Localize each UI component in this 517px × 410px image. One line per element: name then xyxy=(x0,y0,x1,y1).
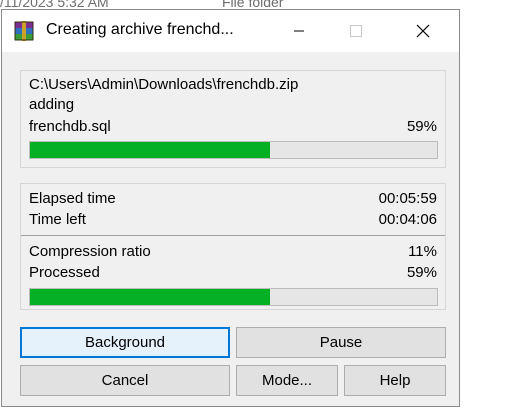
file-progress-bar xyxy=(29,141,438,159)
time-left-row: Time left 00:04:06 xyxy=(29,210,437,230)
operation-label: adding xyxy=(29,96,75,113)
total-progress-fill xyxy=(30,289,271,305)
stats-separator xyxy=(21,235,445,236)
maximize-button[interactable] xyxy=(333,10,379,52)
minimize-button[interactable] xyxy=(276,10,322,52)
file-progress-fill xyxy=(30,142,271,158)
operation-row: adding xyxy=(29,95,437,115)
ratio-row: Compression ratio 11% xyxy=(29,242,437,262)
ratio-value: 11% xyxy=(408,243,437,260)
archive-path: C:\Users\Admin\Downloads\frenchdb.zip xyxy=(29,76,299,93)
processed-label: Processed xyxy=(29,264,100,281)
total-progress-bar xyxy=(29,288,438,306)
close-icon xyxy=(416,24,430,38)
current-file-name: frenchdb.sql xyxy=(29,118,111,135)
processed-row: Processed 59% xyxy=(29,263,437,283)
title-bar[interactable]: Creating archive frenchd... xyxy=(2,10,459,52)
ratio-label: Compression ratio xyxy=(29,243,151,260)
background-type: File folder xyxy=(222,0,284,9)
winrar-archive-icon xyxy=(14,21,34,41)
time-left-label: Time left xyxy=(29,211,86,228)
background-date: /11/2023 5:32 AM xyxy=(0,0,109,9)
background-explorer-row: /11/2023 5:32 AM File folder xyxy=(0,0,517,9)
help-button[interactable]: Help xyxy=(344,365,446,396)
elapsed-value: 00:05:59 xyxy=(378,190,437,207)
window-title: Creating archive frenchd... xyxy=(46,21,234,38)
minimize-icon xyxy=(294,30,304,32)
current-file-percent: 59% xyxy=(406,118,437,135)
statistics-panel: Elapsed time 00:05:59 Time left 00:04:06… xyxy=(20,183,446,310)
maximize-icon xyxy=(350,25,362,37)
time-left-value: 00:04:06 xyxy=(378,211,437,228)
pause-button[interactable]: Pause xyxy=(236,327,446,358)
processed-value: 59% xyxy=(406,264,437,281)
current-file-row: frenchdb.sql 59% xyxy=(29,117,437,137)
archive-path-row: C:\Users\Admin\Downloads\frenchdb.zip xyxy=(29,75,437,95)
cancel-button[interactable]: Cancel xyxy=(20,365,230,396)
current-file-panel: C:\Users\Admin\Downloads\frenchdb.zip ad… xyxy=(20,70,446,168)
elapsed-row: Elapsed time 00:05:59 xyxy=(29,189,437,209)
mode-button[interactable]: Mode... xyxy=(236,365,338,396)
archive-progress-dialog: Creating archive frenchd... C:\Users\Adm… xyxy=(1,9,460,407)
elapsed-label: Elapsed time xyxy=(29,190,116,207)
background-button[interactable]: Background xyxy=(20,327,230,358)
close-button[interactable] xyxy=(400,10,446,52)
